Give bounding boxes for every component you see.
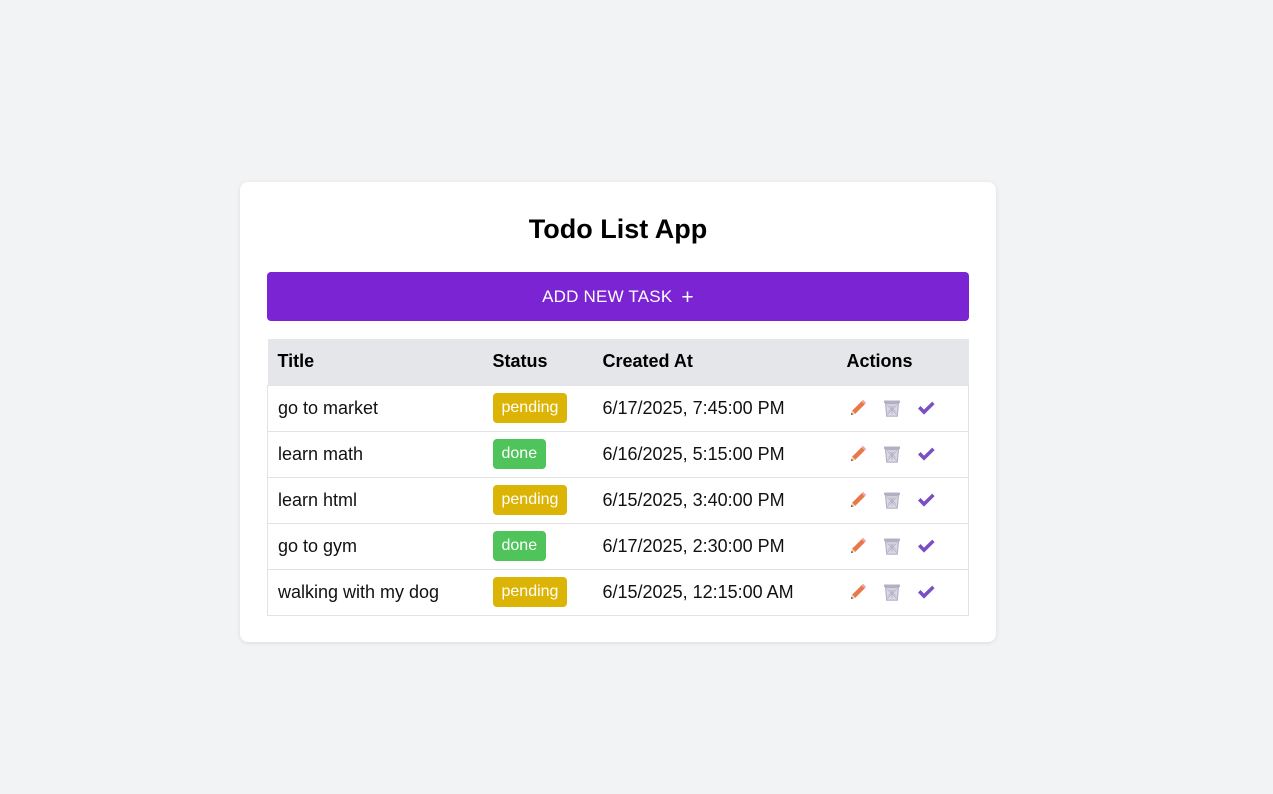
task-created-at: 6/15/2025, 12:15:00 AM <box>602 581 794 602</box>
complete-button[interactable] <box>915 489 937 511</box>
complete-button[interactable] <box>915 443 937 465</box>
status-badge: pending <box>492 393 568 423</box>
delete-button[interactable] <box>881 581 903 603</box>
check-icon <box>916 536 936 556</box>
edit-button[interactable] <box>847 397 869 419</box>
trash-icon <box>882 582 902 602</box>
task-title: go to gym <box>278 535 358 556</box>
task-status-cell: done <box>483 523 593 569</box>
pencil-icon <box>848 490 868 510</box>
task-status-cell: pending <box>483 385 593 431</box>
task-actions <box>847 535 969 557</box>
task-actions-cell <box>837 385 969 431</box>
status-badge: pending <box>492 485 568 515</box>
trash-icon <box>882 490 902 510</box>
task-table: Title Status Created At Actions go to ma… <box>267 339 969 616</box>
task-title: go to market <box>278 397 379 418</box>
table-row: learn html pending 6/15/2025, 3:40:00 PM <box>267 477 969 523</box>
delete-button[interactable] <box>881 489 903 511</box>
add-new-task-button[interactable]: ADD NEW TASK + <box>267 272 969 321</box>
check-icon <box>916 444 936 464</box>
status-badge: done <box>492 531 547 561</box>
task-actions-cell <box>837 431 969 477</box>
plus-icon: + <box>681 285 694 309</box>
delete-button[interactable] <box>881 443 903 465</box>
task-status-cell: pending <box>483 569 593 615</box>
task-status-cell: pending <box>483 477 593 523</box>
task-created-at: 6/15/2025, 3:40:00 PM <box>602 489 785 510</box>
complete-button[interactable] <box>915 535 937 557</box>
column-header-status: Status <box>492 351 548 372</box>
pencil-icon <box>848 444 868 464</box>
trash-icon <box>882 536 902 556</box>
task-title: learn html <box>278 489 358 510</box>
task-created-at: 6/17/2025, 7:45:00 PM <box>602 397 785 418</box>
complete-button[interactable] <box>915 397 937 419</box>
edit-button[interactable] <box>847 489 869 511</box>
task-created-at: 6/17/2025, 2:30:00 PM <box>602 535 785 556</box>
page-title: Todo List App <box>528 214 708 244</box>
add-button-label: ADD NEW TASK <box>542 286 673 306</box>
check-icon <box>916 398 936 418</box>
column-header-actions: Actions <box>846 351 913 372</box>
task-actions <box>847 581 969 603</box>
task-created-at: 6/16/2025, 5:15:00 PM <box>602 443 785 464</box>
edit-button[interactable] <box>847 535 869 557</box>
task-actions <box>847 397 969 419</box>
delete-button[interactable] <box>881 535 903 557</box>
table-header-row: Title Status Created At Actions <box>267 339 969 385</box>
pencil-icon <box>848 536 868 556</box>
delete-button[interactable] <box>881 397 903 419</box>
table-row: go to market pending 6/17/2025, 7:45:00 PM <box>267 385 969 431</box>
task-actions-cell <box>837 523 969 569</box>
task-table-body: go to market pending 6/17/2025, 7:45:00 PM… <box>267 385 969 615</box>
edit-button[interactable] <box>847 581 869 603</box>
table-row: walking with my dog pending 6/15/2025, 12:… <box>267 569 969 615</box>
pencil-icon <box>848 398 868 418</box>
task-actions-cell <box>837 569 969 615</box>
task-status-cell: done <box>483 431 593 477</box>
task-actions <box>847 443 969 465</box>
table-row: learn math done 6/16/2025, 5:15:00 PM <box>267 431 969 477</box>
task-title: learn math <box>278 443 364 464</box>
column-header-title: Title <box>277 351 315 372</box>
edit-button[interactable] <box>847 443 869 465</box>
complete-button[interactable] <box>915 581 937 603</box>
todo-card: Todo List App ADD NEW TASK + Title Statu… <box>240 182 996 642</box>
task-actions <box>847 489 969 511</box>
check-icon <box>916 582 936 602</box>
column-header-created-at: Created At <box>602 351 693 372</box>
check-icon <box>916 490 936 510</box>
trash-icon <box>882 398 902 418</box>
task-actions-cell <box>837 477 969 523</box>
status-badge: pending <box>492 577 568 607</box>
status-badge: done <box>492 439 547 469</box>
task-title: walking with my dog <box>278 581 440 602</box>
pencil-icon <box>848 582 868 602</box>
trash-icon <box>882 444 902 464</box>
table-row: go to gym done 6/17/2025, 2:30:00 PM <box>267 523 969 569</box>
